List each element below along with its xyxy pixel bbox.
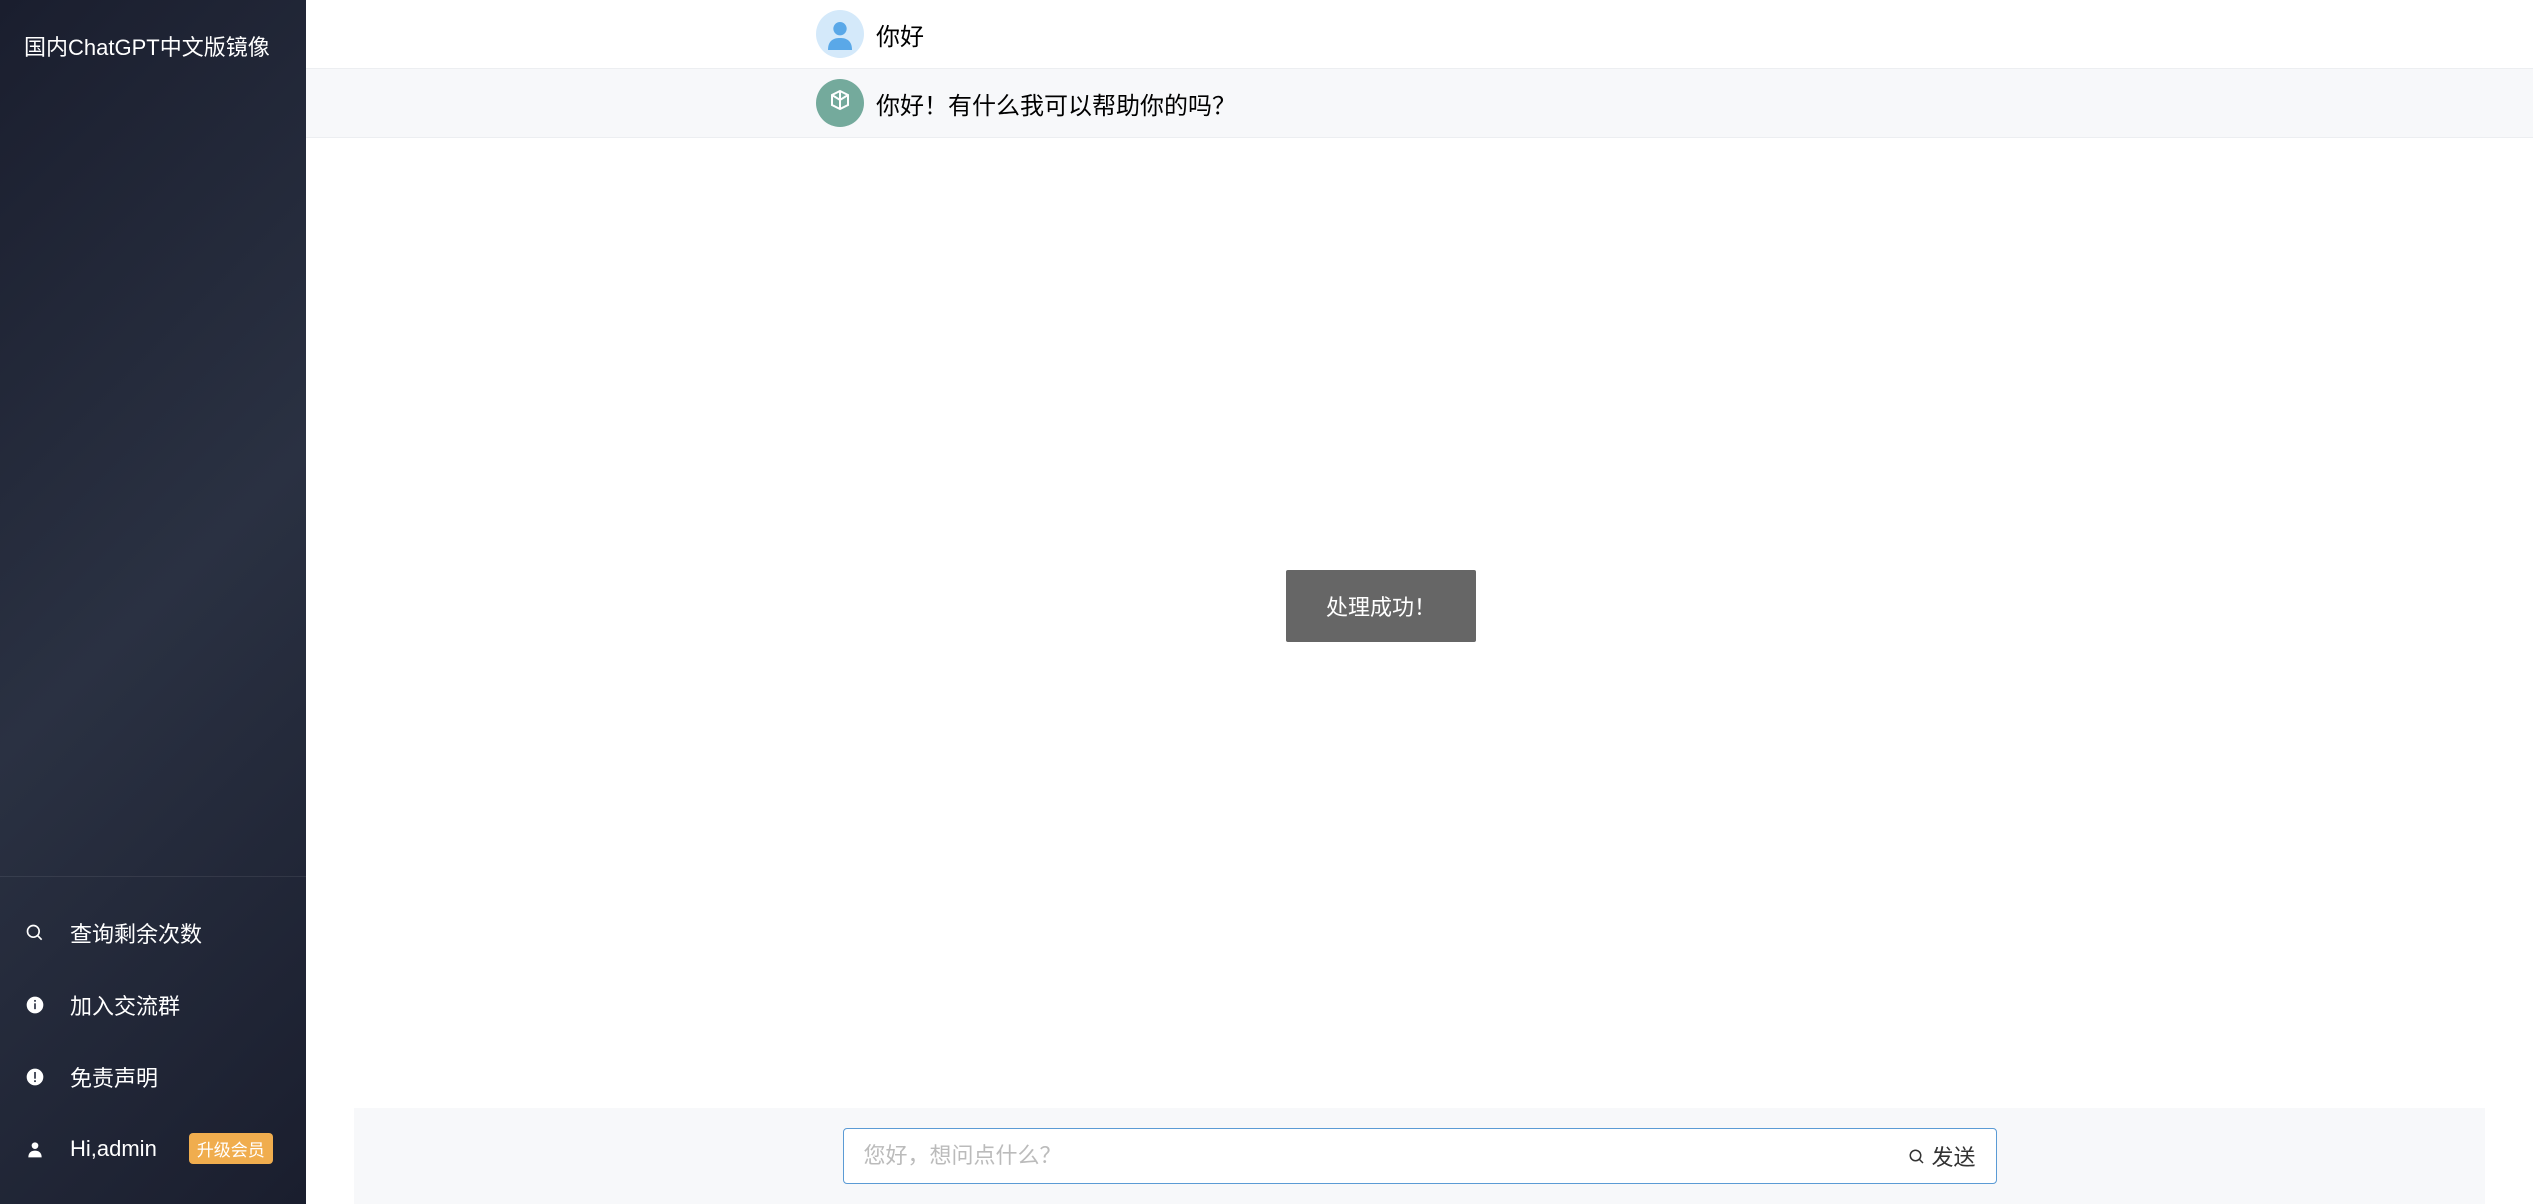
sidebar-item-label: 加入交流群 [70,989,180,1021]
search-icon [24,922,46,944]
ai-avatar [816,79,864,127]
input-container: 发送 [843,1128,1997,1184]
message-row-assistant: 你好！有什么我可以帮助你的吗？ [306,68,2533,138]
message-row-user: 你好 [306,0,2533,68]
chat-area: 你好 你好！有什么我可以帮助你的吗？ [306,0,2533,1108]
sidebar-item-disclaimer[interactable]: 免责声明 [0,1041,306,1113]
send-button[interactable]: 发送 [1907,1140,1975,1172]
alert-icon [24,1066,46,1088]
info-icon [24,994,46,1016]
user-greeting: Hi,admin [70,1136,157,1162]
app-title: 国内ChatGPT中文版镜像 [0,0,306,92]
sidebar-item-group[interactable]: 加入交流群 [0,969,306,1041]
sidebar-item-label: 查询剩余次数 [70,917,202,949]
send-icon [1907,1146,1927,1166]
sidebar: 国内ChatGPT中文版镜像 查询剩余次数 加入交流群 [0,0,306,1204]
user-icon [24,1138,46,1160]
message-text: 你好 [876,17,924,52]
message-text: 你好！有什么我可以帮助你的吗？ [876,86,1236,121]
chat-input[interactable] [864,1143,1908,1169]
input-area: 发送 [354,1108,2485,1204]
sidebar-item-label: 免责声明 [70,1061,158,1093]
sidebar-spacer [0,92,306,876]
sidebar-item-query[interactable]: 查询剩余次数 [0,897,306,969]
send-label: 发送 [1931,1140,1975,1172]
sidebar-item-user[interactable]: Hi,admin 升级会员 [0,1113,306,1184]
user-avatar [816,10,864,58]
sidebar-menu: 查询剩余次数 加入交流群 免责声明 [0,877,306,1204]
upgrade-badge[interactable]: 升级会员 [189,1133,273,1164]
main-area: 你好 你好！有什么我可以帮助你的吗？ 处理成功！ [306,0,2533,1204]
toast-notification: 处理成功！ [1286,570,1476,642]
